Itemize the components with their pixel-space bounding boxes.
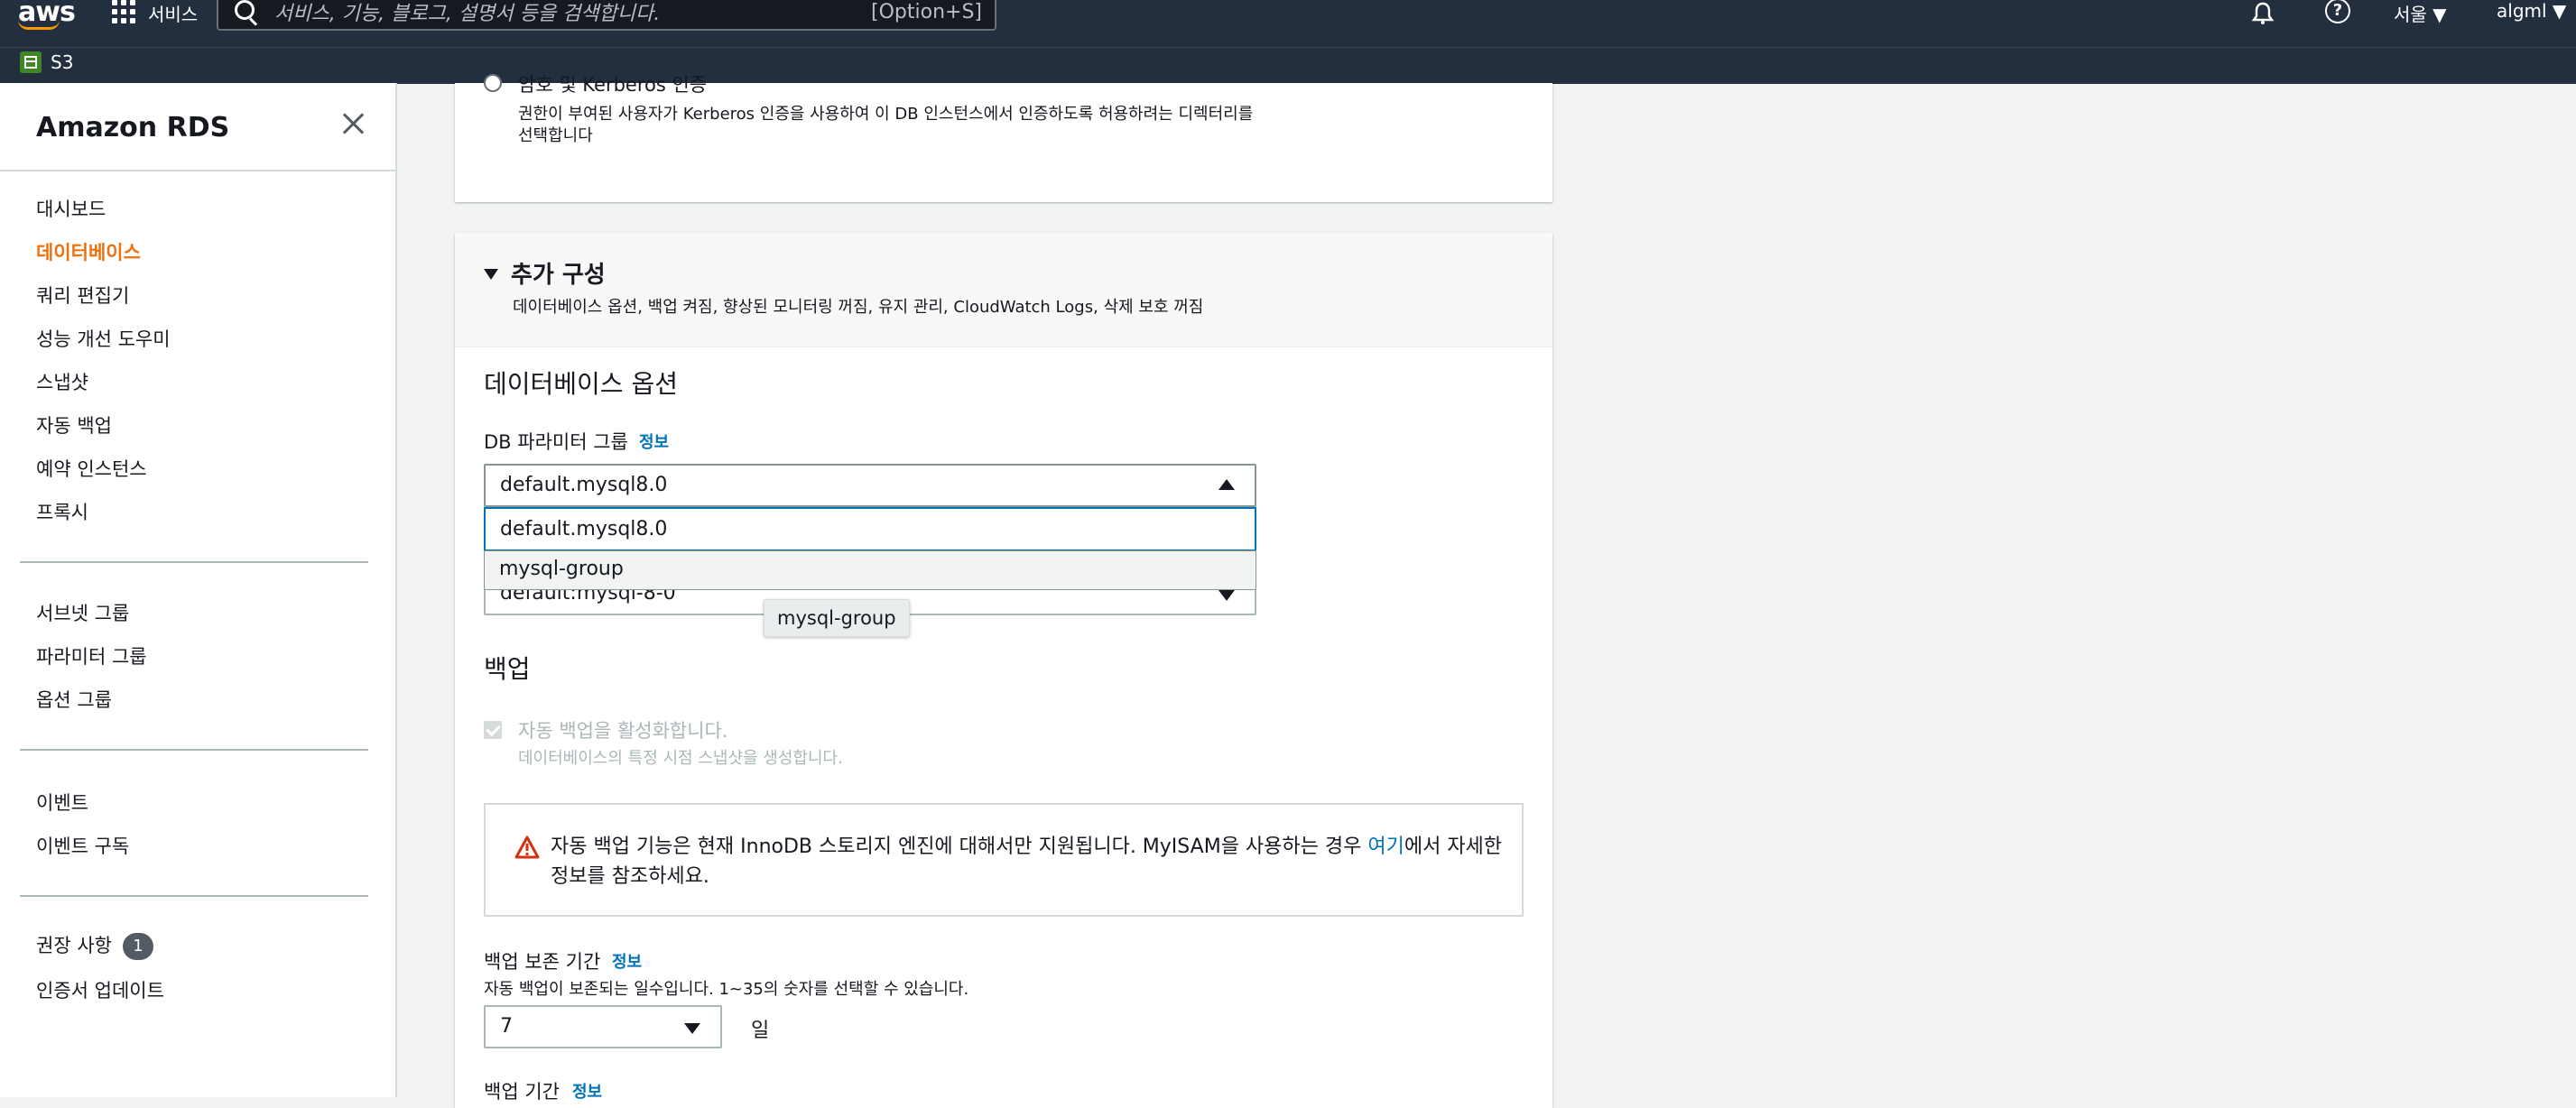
sidebar-item-databases[interactable]: 데이터베이스 xyxy=(36,238,141,265)
kerberos-auth-desc-1: 권한이 부여된 사용자가 Kerberos 인증을 사용하여 이 DB 인스턴스… xyxy=(518,105,1254,124)
sidebar-item-dashboard[interactable]: 대시보드 xyxy=(36,195,106,222)
sidebar-divider xyxy=(20,749,368,751)
backup-retention-info-link[interactable]: 정보 xyxy=(612,949,642,973)
top-navigation-bar: aws 서비스 [Option+S] ? 서울 ▼ algml ▼ xyxy=(0,0,2576,47)
backup-window-label: 백업 기간 xyxy=(484,1081,560,1103)
sidebar-item-label: 권장 사항 xyxy=(36,935,112,956)
close-icon[interactable] xyxy=(339,110,366,137)
notifications-bell-icon[interactable] xyxy=(2251,2,2275,31)
backup-retention-desc: 자동 백업이 보존되는 일수입니다. 1~35의 숫자를 선택할 수 있습니다. xyxy=(484,980,969,999)
dropdown-option[interactable]: default.mysql8.0 xyxy=(484,507,1256,550)
sidebar-item-parameter-groups[interactable]: 파라미터 그룹 xyxy=(36,642,147,669)
alert-more-info-link[interactable]: 여기 xyxy=(1367,836,1404,858)
region-selector[interactable]: 서울 ▼ xyxy=(2394,0,2447,26)
kerberos-auth-desc-2: 선택합니다 xyxy=(518,126,593,145)
auto-backup-label: 자동 백업을 활성화합니다. xyxy=(518,720,728,742)
account-menu[interactable]: algml ▼ xyxy=(2497,0,2566,22)
db-parameter-group-label: DB 파라미터 그룹 xyxy=(484,431,628,453)
recommendations-count-badge: 1 xyxy=(122,933,153,960)
sidebar-item-recommendations[interactable]: 권장 사항 1 xyxy=(36,931,153,960)
auto-backup-checkbox[interactable] xyxy=(484,721,502,739)
caret-down-icon[interactable] xyxy=(484,269,498,280)
search-shortcut-hint: [Option+S] xyxy=(871,1,982,23)
backup-window-info-link[interactable]: 정보 xyxy=(572,1079,602,1103)
warning-alert-text: 자동 백업 기능은 현재 InnoDB 스토리지 엔진에 대해서만 지원됩니다.… xyxy=(551,832,1507,891)
help-icon[interactable]: ? xyxy=(2325,0,2350,23)
sidebar-item-subnet-groups[interactable]: 서브넷 그룹 xyxy=(36,599,129,626)
db-parameter-group-select[interactable]: default.mysql8.0 xyxy=(484,464,1256,507)
backup-retention-value: 7 xyxy=(500,1015,513,1038)
db-options-heading: 데이터베이스 옵션 xyxy=(484,369,678,399)
chevron-down-icon xyxy=(1219,590,1235,601)
sidebar-item-snapshots[interactable]: 스냅샷 xyxy=(36,368,88,395)
sidebar-item-events[interactable]: 이벤트 xyxy=(36,789,88,816)
expander-header[interactable] xyxy=(455,233,1552,347)
db-parameter-group-info-link[interactable]: 정보 xyxy=(639,429,669,453)
sidebar-item-performance-insights[interactable]: 성능 개선 도우미 xyxy=(36,325,171,352)
backup-retention-select[interactable]: 7 xyxy=(484,1005,722,1048)
search-input[interactable] xyxy=(273,0,818,27)
backup-heading: 백업 xyxy=(484,654,531,684)
sidebar-divider xyxy=(20,561,368,563)
option-tooltip: mysql-group xyxy=(764,599,910,637)
kerberos-auth-radio[interactable] xyxy=(484,74,502,92)
additional-config-summary: 데이터베이스 옵션, 백업 켜짐, 향상된 모니터링 꺼짐, 유지 관리, Cl… xyxy=(513,298,1204,317)
sidebar-title: Amazon RDS xyxy=(36,112,230,143)
sidebar-divider xyxy=(20,895,368,897)
warning-alert: 자동 백업 기능은 현재 InnoDB 스토리지 엔진에 대해서만 지원됩니다.… xyxy=(484,803,1524,917)
favorites-bar: S3 xyxy=(0,47,2576,84)
alert-text-prefix: 자동 백업 기능은 현재 InnoDB 스토리지 엔진에 대해서만 지원됩니다.… xyxy=(551,836,1368,858)
sidebar-header-divider xyxy=(0,170,397,171)
sidebar-item-option-groups[interactable]: 옵션 그룹 xyxy=(36,686,112,713)
rds-side-navigation: Amazon RDS 대시보드 데이터베이스 쿼리 편집기 성능 개선 도우미 … xyxy=(0,83,397,1097)
aws-logo-smile xyxy=(18,20,60,30)
dropdown-option[interactable]: mysql-group xyxy=(484,550,1256,590)
search-icon xyxy=(235,0,255,20)
s3-favorite-link[interactable]: S3 xyxy=(51,51,73,73)
sidebar-item-reserved-instances[interactable]: 예약 인스턴스 xyxy=(36,455,147,482)
global-search-box[interactable]: [Option+S] xyxy=(217,0,996,31)
chevron-up-icon xyxy=(1219,479,1235,490)
database-authentication-panel: 암호 및 Kerberos 인증 권한이 부여된 사용자가 Kerberos 인… xyxy=(455,74,1552,202)
sidebar-item-event-subscriptions[interactable]: 이벤트 구독 xyxy=(36,832,129,859)
sidebar-item-query-editor[interactable]: 쿼리 편집기 xyxy=(36,282,129,309)
backup-retention-unit: 일 xyxy=(751,1020,770,1042)
kerberos-auth-label: 암호 및 Kerberos 인증 xyxy=(518,74,708,96)
services-menu-label[interactable]: 서비스 xyxy=(148,0,198,26)
db-parameter-group-value: default.mysql8.0 xyxy=(500,474,668,496)
s3-service-icon[interactable] xyxy=(20,51,42,73)
additional-config-title[interactable]: 추가 구성 xyxy=(511,256,606,290)
auto-backup-desc: 데이터베이스의 특정 시점 스냅샷을 생성합니다. xyxy=(518,749,843,768)
services-grid-icon[interactable] xyxy=(112,0,137,23)
sidebar-item-certificate-update[interactable]: 인증서 업데이트 xyxy=(36,976,164,1003)
warning-icon xyxy=(514,836,540,859)
sidebar-item-automated-backups[interactable]: 자동 백업 xyxy=(36,411,112,439)
sidebar-item-proxies[interactable]: 프록시 xyxy=(36,498,88,525)
backup-retention-label: 백업 보존 기간 xyxy=(484,951,601,973)
chevron-down-icon xyxy=(684,1023,700,1034)
